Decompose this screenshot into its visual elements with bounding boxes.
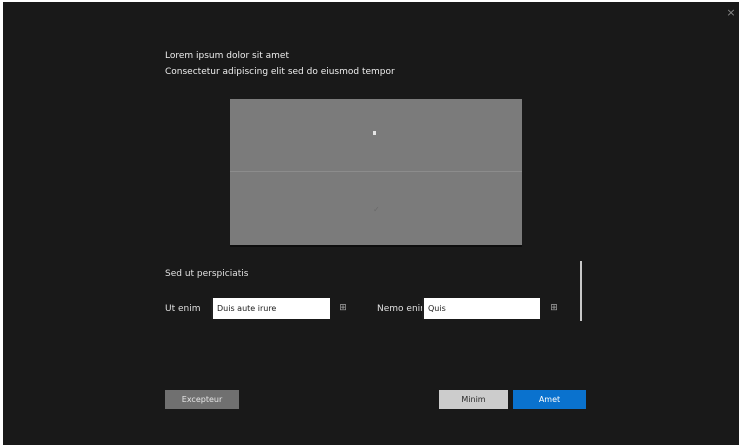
text-input-2[interactable] [422,298,540,319]
scrollbar[interactable] [580,261,582,321]
preview-divider [230,171,522,172]
secondary-action-button[interactable]: Excepteur [165,390,239,409]
field-2-stepper-icon[interactable]: ⊞ [548,302,560,314]
section-label: Sed ut perspiciatis [165,269,249,279]
preview-marker [373,131,376,135]
preview-pane: ✓ [230,99,522,247]
field-1-stepper-icon[interactable]: ⊞ [337,302,349,314]
dialog-heading-line-1: Lorem ipsum dolor sit amet [165,51,289,61]
ok-button[interactable]: Amet [513,390,586,409]
dialog-heading-line-2: Consectetur adipiscing elit sed do eiusm… [165,67,395,77]
field-label-1: Ut enim [165,304,201,314]
preview-bottom-edge [230,245,522,247]
close-icon[interactable]: × [725,7,737,19]
text-input-1[interactable] [211,298,330,319]
cancel-button[interactable]: Minim [439,390,508,409]
dialog-window: × Lorem ipsum dolor sit amet Consectetur… [3,2,739,445]
preview-check-icon: ✓ [373,205,380,214]
